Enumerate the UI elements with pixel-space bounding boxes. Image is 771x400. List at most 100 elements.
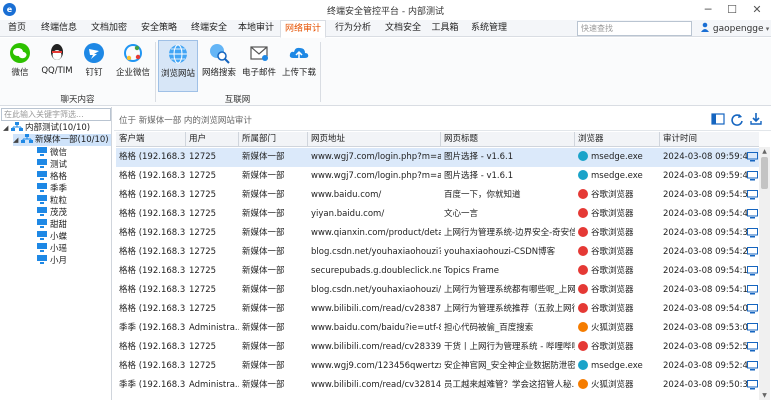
scroll-down-arrow-icon[interactable]: ▼ <box>759 391 770 400</box>
ribbon-wework-button[interactable]: 企业微信 <box>113 40 153 92</box>
table-row[interactable]: 格格 (192.168.3... 12725 新媒体一部 www.bilibili.c… <box>116 300 759 319</box>
cell-client: 格格 (192.168.3... <box>116 224 186 243</box>
col-header-time[interactable]: 审计时间 <box>660 132 759 147</box>
monitor-icon[interactable] <box>747 285 758 295</box>
export-icon[interactable] <box>749 112 763 126</box>
tree-member-node[interactable]: 季季 <box>36 183 67 195</box>
cell-client-text: 格格 (192.168.3... <box>119 342 186 352</box>
chevron-down-icon: ▾ <box>763 25 770 33</box>
ribbon-qq-button[interactable]: QQ/TIM <box>37 40 77 92</box>
scroll-up-arrow-icon[interactable]: ▲ <box>759 147 770 156</box>
menu-system-manage[interactable]: 系统管理 <box>466 20 512 37</box>
minimize-button[interactable]: ─ <box>696 2 720 18</box>
menu-doc-security[interactable]: 文档安全 <box>380 20 426 37</box>
menu-doc-encrypt[interactable]: 文档加密 <box>86 20 132 37</box>
table-row[interactable]: 季季 (192.168.3... Administra... 新媒体一部 www.bi… <box>116 376 759 395</box>
tree-member-label: 小月 <box>50 256 68 266</box>
column-layout-icon[interactable] <box>711 112 725 126</box>
cell-title-text: Topics Frame <box>444 266 499 276</box>
tree-member-node[interactable]: 小月 <box>36 255 67 267</box>
cell-url: www.baidu.com/ <box>308 186 441 205</box>
tree-filter-input[interactable]: 在此输入关键字筛选... <box>1 108 111 121</box>
menu-toolbox[interactable]: 工具箱 <box>428 20 462 37</box>
cell-time: 2024-03-08 09:50:36 <box>660 376 748 395</box>
browser-icon <box>578 322 588 332</box>
table-row[interactable]: 格格 (192.168.3... 12725 新媒体一部 www.baidu.com/… <box>116 186 759 205</box>
cell-client-text: 格格 (192.168.3... <box>119 285 186 295</box>
close-button[interactable]: ✕ <box>745 2 769 18</box>
cell-title: 上网行为管理系统-边界安全-奇安信 <box>441 224 575 243</box>
monitor-icon[interactable] <box>747 323 758 333</box>
ribbon-wechat-button[interactable]: 微信 <box>0 40 40 92</box>
tree-member-node[interactable]: 小蝶 <box>36 231 67 243</box>
cell-title-text: 上网行为管理系统-边界安全-奇安信 <box>444 228 575 238</box>
cell-time-text: 2024-03-08 09:59:49 <box>663 171 748 181</box>
cell-dept-text: 新媒体一部 <box>242 209 285 219</box>
table-row[interactable]: 格格 (192.168.3... 12725 新媒体一部 www.wgj7.com/l… <box>116 148 759 167</box>
ribbon-web-search-button[interactable]: 网络搜索 <box>199 40 239 92</box>
table-row[interactable]: 格格 (192.168.3... 12725 新媒体一部 www.qianxin.co… <box>116 224 759 243</box>
tree-member-node[interactable]: 微信 <box>36 147 67 159</box>
table-row[interactable]: 格格 (192.168.3... 12725 新媒体一部 www.wgj9.com/1… <box>116 357 759 376</box>
ribbon-browse-web-button[interactable]: 浏览网站 <box>158 40 198 92</box>
monitor-icon[interactable] <box>747 247 758 257</box>
menu-security-policy[interactable]: 安全策略 <box>136 20 182 37</box>
ribbon-upload-download-button[interactable]: 上传下载 <box>279 40 319 92</box>
col-header-client[interactable]: 客户端 <box>116 132 186 147</box>
menu-home[interactable]: 首页 <box>2 20 32 37</box>
menu-network-audit[interactable]: 网络审计 <box>280 20 326 38</box>
table-row[interactable]: 格格 (192.168.3... 12725 新媒体一部 blog.csdn.net/… <box>116 281 759 300</box>
table-row[interactable]: 格格 (192.168.3... 12725 新媒体一部 www.bilibili.c… <box>116 338 759 357</box>
tree-root-node[interactable]: ◢ 内部测试(10/10) <box>3 122 90 134</box>
monitor-icon[interactable] <box>747 342 758 352</box>
cell-user: 12725 <box>186 243 239 262</box>
vertical-scrollbar[interactable]: ▲ ▼ <box>759 147 770 400</box>
monitor-icon[interactable] <box>747 266 758 276</box>
expand-arrow-icon[interactable]: ◢ <box>3 122 11 134</box>
menu-terminal-info[interactable]: 终端信息 <box>36 20 82 37</box>
table-row[interactable]: 格格 (192.168.3... 12725 新媒体一部 yiyan.baidu.co… <box>116 205 759 224</box>
col-header-dept[interactable]: 所属部门 <box>239 132 308 147</box>
col-header-user[interactable]: 用户 <box>186 132 239 147</box>
monitor-icon[interactable] <box>747 152 758 162</box>
monitor-icon[interactable] <box>747 190 758 200</box>
table-row[interactable]: 格格 (192.168.3... 12725 新媒体一部 securepubads.g… <box>116 262 759 281</box>
maximize-button[interactable]: ☐ <box>720 2 744 18</box>
expand-arrow-icon[interactable]: ◢ <box>13 134 21 146</box>
cell-client: 季季 (192.168.3... <box>116 319 186 338</box>
cell-dept-text: 新媒体一部 <box>242 323 285 333</box>
ribbon-label: 浏览网站 <box>160 69 195 79</box>
refresh-icon[interactable] <box>730 112 744 126</box>
monitor-icon[interactable] <box>747 209 758 219</box>
col-header-url[interactable]: 网页地址 <box>308 132 441 147</box>
menu-local-audit[interactable]: 本地审计 <box>236 20 276 37</box>
ribbon-email-button[interactable]: 电子邮件 <box>239 40 279 92</box>
quick-search-input[interactable]: 快速查找 <box>577 21 692 36</box>
cell-client-text: 季季 (192.168.3... <box>119 323 186 333</box>
cell-browser-text: msedge.exe <box>591 152 643 162</box>
tree-member-node[interactable]: 粒粒 <box>36 195 67 207</box>
menu-behavior-analysis[interactable]: 行为分析 <box>330 20 376 37</box>
table-row[interactable]: 格格 (192.168.3... 12725 新媒体一部 blog.csdn.net/… <box>116 243 759 262</box>
monitor-icon[interactable] <box>747 380 758 390</box>
table-row[interactable]: 季季 (192.168.3... Administra... 新媒体一部 www.ba… <box>116 319 759 338</box>
tree-member-node[interactable]: 测试 <box>36 159 67 171</box>
monitor-icon[interactable] <box>747 304 758 314</box>
monitor-icon[interactable] <box>747 361 758 371</box>
monitor-icon[interactable] <box>747 228 758 238</box>
menu-terminal-security[interactable]: 终端安全 <box>186 20 232 37</box>
tree-member-node[interactable]: 格格 <box>36 171 67 183</box>
ribbon-dingtalk-button[interactable]: 钉钉 <box>74 40 114 92</box>
scrollbar-thumb[interactable] <box>761 157 768 189</box>
col-header-title[interactable]: 网页标题 <box>441 132 575 147</box>
browser-icon <box>578 360 588 370</box>
col-header-browser[interactable]: 浏览器 <box>575 132 660 147</box>
user-menu[interactable]: gaopengge ▾ <box>700 22 769 36</box>
tree-member-node[interactable]: 甜甜 <box>36 219 67 231</box>
ribbon-group-chat: 聊天内容 <box>60 95 95 105</box>
tree-dept-node[interactable]: ◢ 新媒体一部(10/10) <box>13 134 111 146</box>
monitor-icon[interactable] <box>747 171 758 181</box>
tree-member-node[interactable]: 小瑶 <box>36 243 67 255</box>
tree-member-node[interactable]: 茂茂 <box>36 207 67 219</box>
table-row[interactable]: 格格 (192.168.3... 12725 新媒体一部 www.wgj7.com/l… <box>116 167 759 186</box>
